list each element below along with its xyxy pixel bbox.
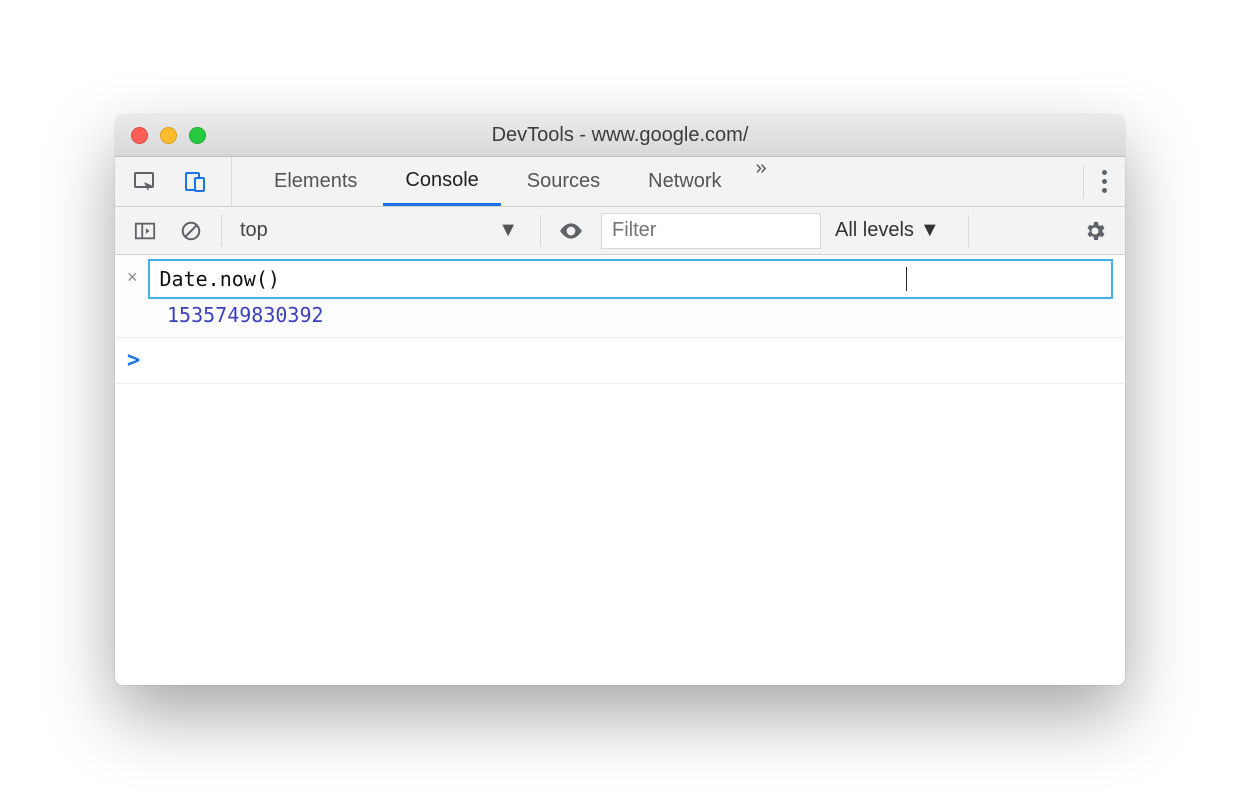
console-area: × Date.now() 1535749830392 > <box>115 255 1125 685</box>
window-title: DevTools - www.google.com/ <box>492 124 749 147</box>
tab-network[interactable]: Network <box>626 157 743 206</box>
separator <box>1083 165 1084 199</box>
traffic-lights <box>115 127 206 144</box>
close-entry-icon[interactable]: × <box>127 259 138 288</box>
tabs-overflow-icon[interactable]: » <box>748 157 775 206</box>
prompt-input[interactable] <box>152 349 1113 373</box>
expression-input[interactable]: Date.now() <box>148 259 1113 299</box>
separator <box>540 215 541 247</box>
devtools-window: DevTools - www.google.com/ Elements Cons… <box>115 115 1125 685</box>
toggle-sidebar-icon[interactable] <box>129 215 161 247</box>
dropdown-icon: ▼ <box>498 219 518 242</box>
dropdown-icon: ▼ <box>920 219 940 242</box>
tabs: Elements Console Sources Network » <box>252 157 775 206</box>
close-window-icon[interactable] <box>131 127 148 144</box>
separator <box>968 215 969 247</box>
tab-console[interactable]: Console <box>383 157 500 206</box>
clear-console-icon[interactable] <box>175 215 207 247</box>
tab-sources[interactable]: Sources <box>505 157 622 206</box>
separator <box>221 215 222 247</box>
more-options-icon[interactable] <box>1092 170 1117 193</box>
console-toolbar: top ▼ All levels ▼ <box>115 207 1125 255</box>
console-entry: × Date.now() 1535749830392 <box>115 255 1125 338</box>
expression-result: 1535749830392 <box>127 303 1113 327</box>
zoom-window-icon[interactable] <box>189 127 206 144</box>
console-settings-icon[interactable] <box>1079 215 1111 247</box>
minimize-window-icon[interactable] <box>160 127 177 144</box>
tab-elements[interactable]: Elements <box>252 157 379 206</box>
prompt-chevron-icon: > <box>127 348 140 373</box>
context-value: top <box>240 219 268 242</box>
titlebar: DevTools - www.google.com/ <box>115 115 1125 157</box>
live-expression-icon[interactable] <box>555 215 587 247</box>
filter-input[interactable] <box>601 213 821 249</box>
console-prompt[interactable]: > <box>115 338 1125 384</box>
log-levels-selector[interactable]: All levels ▼ <box>835 219 940 242</box>
tabbar-leading <box>129 157 232 206</box>
log-levels-label: All levels <box>835 219 914 242</box>
device-toolbar-icon[interactable] <box>179 166 211 198</box>
context-selector[interactable]: top ▼ <box>236 214 526 248</box>
inspect-element-icon[interactable] <box>129 166 161 198</box>
devtools-tabbar: Elements Console Sources Network » <box>115 157 1125 207</box>
